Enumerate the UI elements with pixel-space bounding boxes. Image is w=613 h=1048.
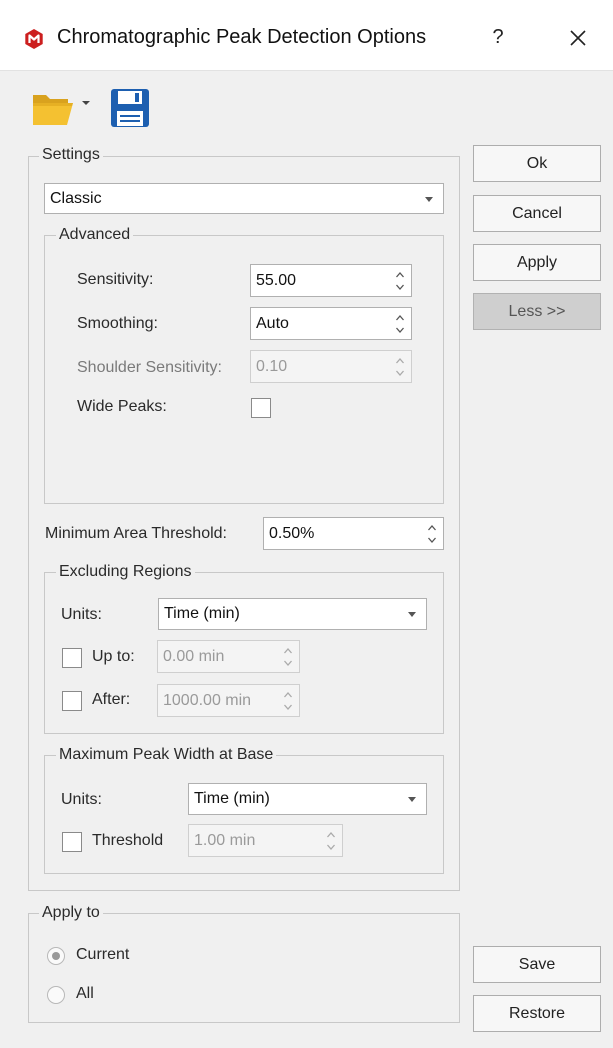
smoothing-label: Smoothing: — [77, 315, 158, 332]
folder-open-icon[interactable] — [32, 89, 74, 127]
less-button[interactable]: Less >> — [473, 293, 601, 330]
sensitivity-label: Sensitivity: — [77, 271, 154, 288]
advanced-legend: Advanced — [56, 226, 134, 244]
excluding-units-value: Time (min) — [164, 605, 240, 622]
cancel-button[interactable]: Cancel — [473, 195, 601, 232]
floppy-save-icon[interactable] — [110, 88, 150, 128]
min-area-threshold-label: Minimum Area Threshold: — [45, 525, 227, 542]
threshold-label: Threshold — [92, 832, 164, 849]
help-button[interactable]: ? — [484, 22, 512, 52]
threshold-spinbox[interactable]: 1.00 min — [188, 824, 343, 857]
shoulder-sensitivity-value: 0.10 — [256, 358, 288, 375]
threshold-value: 1.00 min — [194, 832, 256, 849]
min-area-threshold-spinbox[interactable]: 0.50% — [263, 517, 444, 550]
save-button[interactable]: Save — [473, 946, 601, 983]
spin-arrows-icon[interactable] — [277, 641, 299, 672]
spin-arrows-icon[interactable] — [421, 518, 443, 549]
apply-button[interactable]: Apply — [473, 244, 601, 281]
wide-peaks-checkbox[interactable] — [251, 398, 271, 418]
spin-arrows-icon[interactable] — [389, 265, 411, 296]
ok-button[interactable]: Ok — [473, 145, 601, 182]
min-area-threshold-value: 0.50% — [269, 525, 315, 542]
chevron-down-icon — [408, 612, 416, 617]
wide-peaks-label: Wide Peaks: — [77, 398, 167, 415]
apply-to-group — [28, 913, 460, 1023]
window-title: Chromatographic Peak Detection Options — [57, 26, 427, 48]
shoulder-sensitivity-label: Shoulder Sensitivity: — [77, 359, 222, 376]
sensitivity-value: 55.00 — [256, 272, 297, 289]
max-width-units-dropdown[interactable]: Time (min) — [188, 783, 427, 815]
all-radio-label: All — [76, 985, 94, 1002]
up-to-spinbox[interactable]: 0.00 min — [157, 640, 300, 673]
spin-arrows-icon[interactable] — [389, 308, 411, 339]
up-to-checkbox[interactable] — [62, 648, 82, 668]
after-value: 1000.00 min — [163, 692, 252, 709]
chevron-down-icon — [408, 797, 416, 802]
smoothing-value: Auto — [256, 315, 289, 332]
chevron-down-icon[interactable] — [81, 95, 91, 105]
max-width-units-label: Units: — [61, 791, 102, 808]
sensitivity-spinbox[interactable]: 55.00 — [250, 264, 412, 297]
smoothing-spinbox[interactable]: Auto — [250, 307, 412, 340]
excluding-units-label: Units: — [61, 606, 102, 623]
spin-arrows-icon[interactable] — [320, 825, 342, 856]
method-dropdown[interactable]: Classic — [44, 183, 444, 214]
after-spinbox[interactable]: 1000.00 min — [157, 684, 300, 717]
shoulder-sensitivity-spinbox[interactable]: 0.10 — [250, 350, 412, 383]
max-width-units-value: Time (min) — [194, 790, 270, 807]
up-to-label: Up to: — [92, 648, 135, 665]
current-radio[interactable] — [47, 947, 65, 965]
max-peak-width-legend: Maximum Peak Width at Base — [56, 746, 277, 764]
restore-button[interactable]: Restore — [473, 995, 601, 1032]
apply-to-legend: Apply to — [39, 904, 103, 922]
method-value: Classic — [50, 190, 102, 207]
spin-arrows-icon[interactable] — [277, 685, 299, 716]
excluding-regions-legend: Excluding Regions — [56, 563, 195, 581]
excluding-units-dropdown[interactable]: Time (min) — [158, 598, 427, 630]
after-checkbox[interactable] — [62, 691, 82, 711]
settings-legend: Settings — [39, 146, 103, 164]
spin-arrows-icon[interactable] — [389, 351, 411, 382]
after-label: After: — [92, 691, 131, 708]
app-logo-icon — [23, 28, 45, 50]
all-radio[interactable] — [47, 986, 65, 1004]
close-icon[interactable] — [562, 22, 594, 54]
chevron-down-icon — [425, 196, 433, 202]
radio-selected-dot — [52, 952, 60, 960]
up-to-value: 0.00 min — [163, 648, 225, 665]
current-radio-label: Current — [76, 946, 130, 963]
threshold-checkbox[interactable] — [62, 832, 82, 852]
